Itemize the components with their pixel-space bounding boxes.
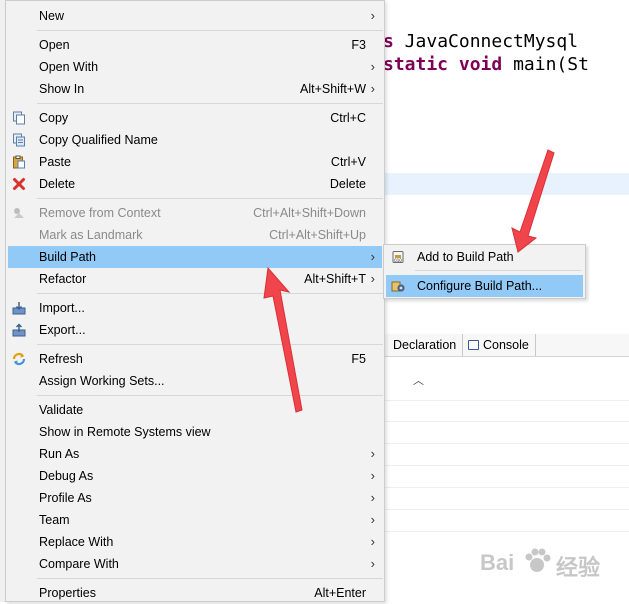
menu-item-team[interactable]: Team › <box>8 509 382 531</box>
build-path-submenu: 010 Add to Build Path Configure Build Pa… <box>383 244 586 299</box>
menu-item-copy[interactable]: Copy Ctrl+C <box>8 107 382 129</box>
paw-logo-icon <box>525 548 551 572</box>
paste-icon <box>13 155 25 169</box>
submenu-arrow-icon: › <box>370 490 375 505</box>
menu-item-assign-working-sets[interactable]: Assign Working Sets... <box>8 370 382 392</box>
menu-item-show-in-remote-systems[interactable]: Show in Remote Systems view <box>8 421 382 443</box>
menu-item-build-path[interactable]: Build Path › <box>8 246 382 268</box>
views-row-divider <box>385 465 629 466</box>
baidu-watermark: Bai 经验 <box>478 540 628 590</box>
svg-text:010: 010 <box>394 258 402 263</box>
menu-item-delete[interactable]: Delete Delete <box>8 173 382 195</box>
console-icon <box>468 340 479 350</box>
submenu-arrow-icon: › <box>370 81 375 96</box>
menu-item-open-with[interactable]: Open With › <box>8 56 382 78</box>
submenu-arrow-icon: › <box>370 556 375 571</box>
refresh-icon <box>12 352 26 366</box>
tab-declaration[interactable]: Declaration <box>389 334 464 356</box>
menu-item-show-in[interactable]: Show In Alt+Shift+W › <box>8 78 382 100</box>
menu-separator <box>37 578 383 579</box>
menu-separator <box>415 270 581 271</box>
submenu-arrow-icon: › <box>370 8 375 23</box>
menu-item-configure-build-path[interactable]: Configure Build Path... <box>386 275 583 297</box>
menu-item-mark-as-landmark[interactable]: Mark as Landmark Ctrl+Alt+Shift+Up <box>8 224 382 246</box>
code-line-class: s JavaConnectMysql <box>383 31 579 52</box>
menu-item-run-as[interactable]: Run As › <box>8 443 382 465</box>
configure-build-path-icon <box>391 281 405 292</box>
current-line-highlight <box>385 173 629 195</box>
menu-item-compare-with[interactable]: Compare With › <box>8 553 382 575</box>
export-icon <box>12 323 26 337</box>
copy-icon <box>13 111 25 125</box>
menu-item-remove-from-context[interactable]: Remove from Context Ctrl+Alt+Shift+Down <box>8 202 382 224</box>
tab-console[interactable]: Console <box>464 334 536 356</box>
menu-item-refresh[interactable]: Refresh F5 <box>8 348 382 370</box>
menu-item-validate[interactable]: Validate <box>8 399 382 421</box>
menu-separator <box>37 293 383 294</box>
remove-from-context-icon <box>14 208 24 218</box>
menu-separator <box>37 395 383 396</box>
views-row-divider <box>385 531 629 532</box>
menu-item-debug-as[interactable]: Debug As › <box>8 465 382 487</box>
menu-separator <box>37 344 383 345</box>
context-menu: New › Open F3 Open With › Show In Alt+Sh… <box>5 0 385 602</box>
menu-item-new[interactable]: New › <box>8 5 382 27</box>
menu-separator <box>37 103 383 104</box>
views-row-divider <box>385 509 629 510</box>
menu-item-import[interactable]: Import... <box>8 297 382 319</box>
submenu-arrow-icon: › <box>370 59 375 74</box>
menu-item-replace-with[interactable]: Replace With › <box>8 531 382 553</box>
menu-separator <box>37 198 383 199</box>
sort-caret-up-icon[interactable]: ︿ <box>413 372 424 388</box>
submenu-arrow-icon: › <box>370 468 375 483</box>
menu-item-properties[interactable]: Properties Alt+Enter <box>8 582 382 604</box>
submenu-arrow-icon: › <box>370 534 375 549</box>
menu-item-export[interactable]: Export... <box>8 319 382 341</box>
submenu-arrow-icon: › <box>370 512 375 527</box>
copy-qualified-name-icon <box>13 133 25 147</box>
menu-item-refactor[interactable]: Refactor Alt+Shift+T › <box>8 268 382 290</box>
submenu-arrow-icon: › <box>370 249 375 264</box>
views-row-divider <box>385 400 629 401</box>
views-row-divider <box>385 421 629 422</box>
views-row-divider <box>385 487 629 488</box>
import-icon <box>12 302 26 315</box>
code-line-main: static void main(St <box>383 54 589 75</box>
menu-item-profile-as[interactable]: Profile As › <box>8 487 382 509</box>
submenu-arrow-icon: › <box>370 446 375 461</box>
delete-icon <box>13 178 25 190</box>
views-tab-bar: Declaration Console <box>385 334 629 357</box>
menu-item-open[interactable]: Open F3 <box>8 34 382 56</box>
menu-item-paste[interactable]: Paste Ctrl+V <box>8 151 382 173</box>
menu-separator <box>37 30 383 31</box>
jar-icon: 010 <box>392 251 404 263</box>
views-row-divider <box>385 443 629 444</box>
submenu-arrow-icon: › <box>370 271 375 286</box>
menu-item-add-to-build-path[interactable]: 010 Add to Build Path <box>386 246 583 268</box>
menu-item-copy-qualified-name[interactable]: Copy Qualified Name <box>8 129 382 151</box>
